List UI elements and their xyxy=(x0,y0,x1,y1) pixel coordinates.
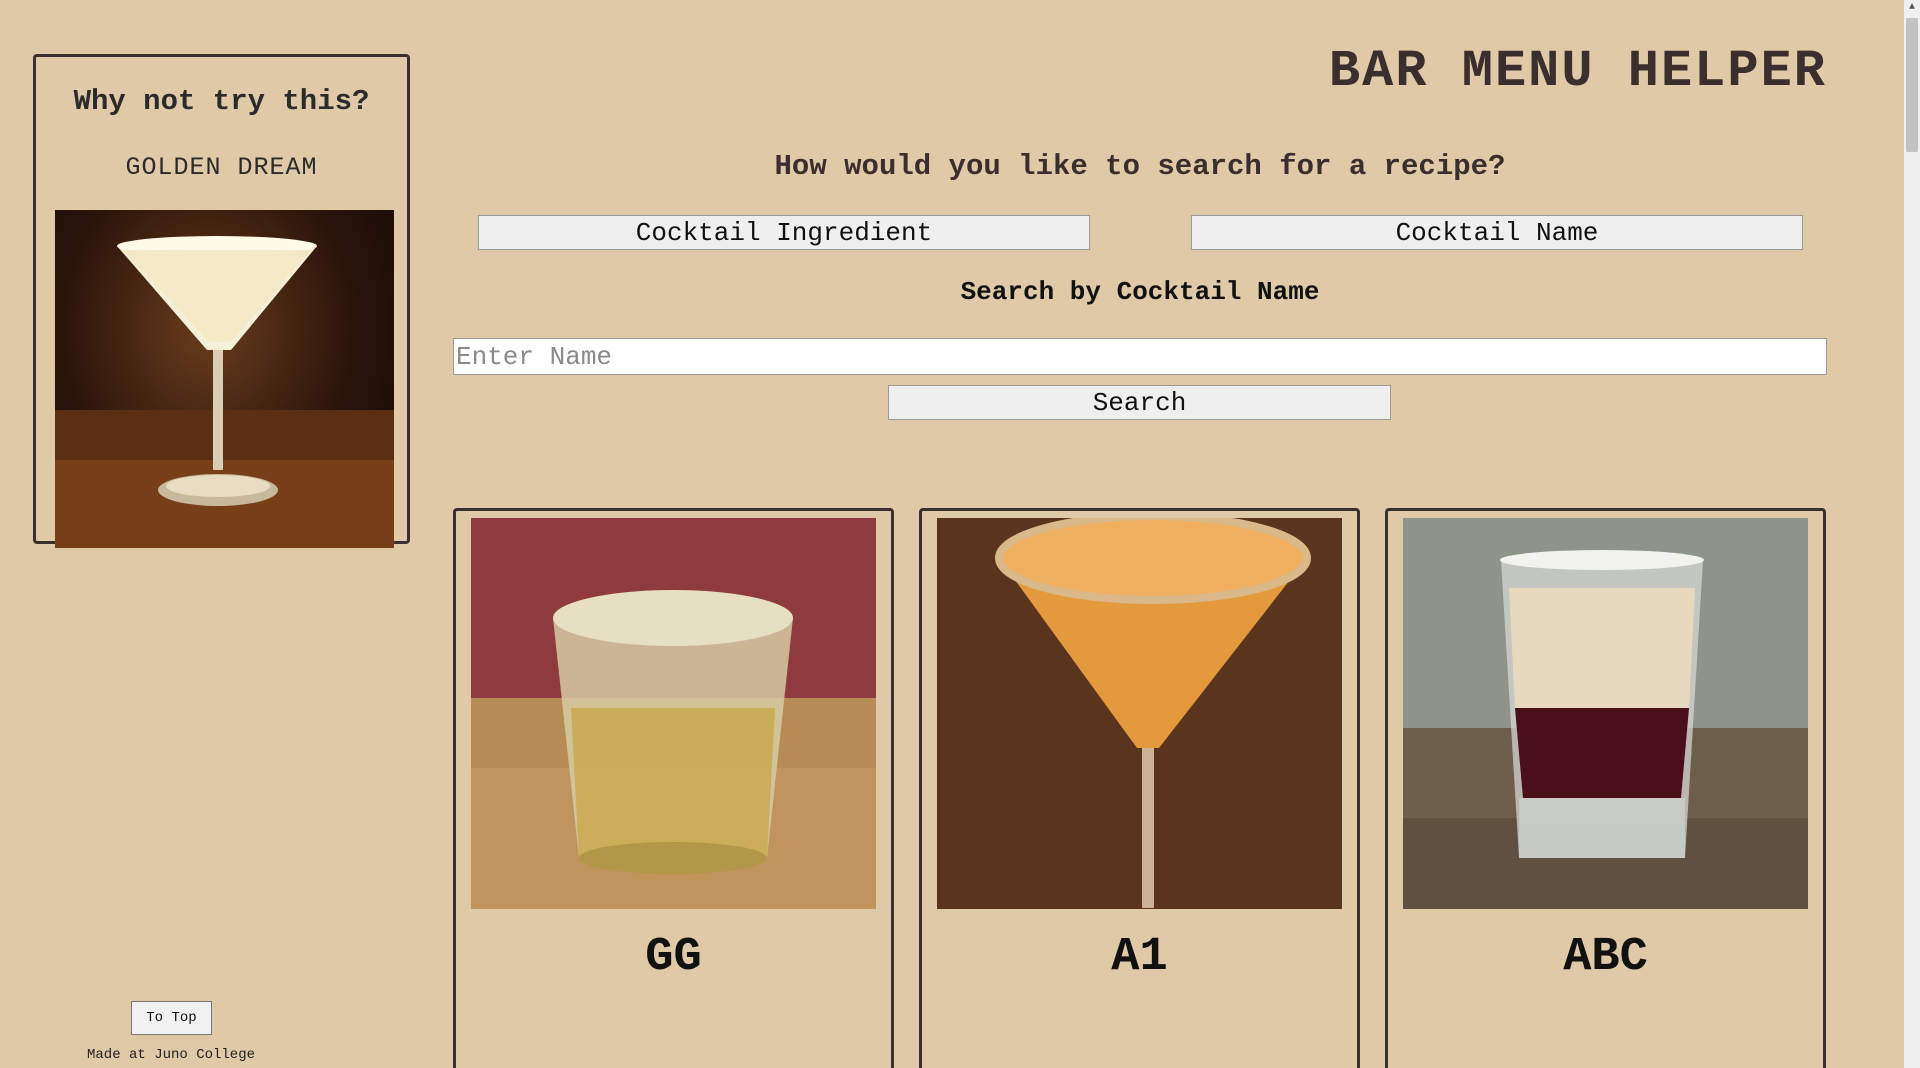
martini-glass-image xyxy=(55,236,394,548)
page: Why not try this? GOLDEN DREAM BAR MENU … xyxy=(0,0,1920,1068)
rocks-glass-image xyxy=(471,518,876,909)
result-card[interactable]: GG xyxy=(453,508,894,1068)
result-card[interactable]: ABC xyxy=(1385,508,1826,1068)
result-card[interactable]: A1 xyxy=(919,508,1360,1068)
result-photo[interactable] xyxy=(937,518,1342,909)
name-search-input[interactable] xyxy=(453,338,1827,375)
result-name: A1 xyxy=(1111,931,1168,984)
result-name: ABC xyxy=(1563,931,1648,984)
suggestion-photo[interactable] xyxy=(55,210,394,548)
shot-glass-image xyxy=(1403,518,1808,909)
name-mode-button[interactable]: Cocktail Name xyxy=(1191,215,1803,250)
search-prompt: How would you like to search for a recip… xyxy=(774,150,1506,183)
scrollbar-thumb[interactable] xyxy=(1906,18,1918,152)
to-top-button[interactable]: To Top xyxy=(131,1001,212,1035)
search-button[interactable]: Search xyxy=(888,385,1391,420)
search-heading: Search by Cocktail Name xyxy=(960,277,1320,307)
scroll-up-arrow-icon[interactable]: ▲ xyxy=(1904,0,1920,16)
result-name: GG xyxy=(645,931,702,984)
footer-credit: Made at Juno College xyxy=(86,1047,256,1063)
page-scrollbar[interactable]: ▲ xyxy=(1904,0,1920,1068)
result-photo[interactable] xyxy=(1403,518,1808,909)
app-title: BAR MENU HELPER xyxy=(1328,42,1827,101)
martini-glass-image xyxy=(937,518,1342,909)
suggestion-title: Why not try this? xyxy=(73,85,370,118)
result-photo[interactable] xyxy=(471,518,876,909)
ingredient-mode-button[interactable]: Cocktail Ingredient xyxy=(478,215,1090,250)
suggestion-name: GOLDEN DREAM xyxy=(125,153,318,182)
suggestion-card[interactable]: Why not try this? GOLDEN DREAM xyxy=(33,54,410,548)
